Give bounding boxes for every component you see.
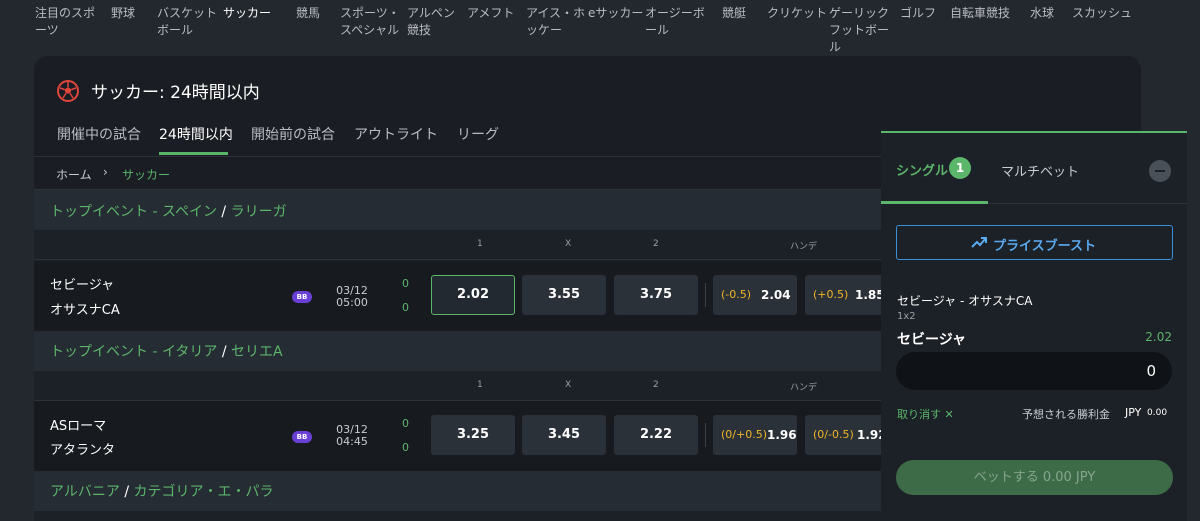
- handicap-line: (0/+0.5): [721, 428, 767, 441]
- breadcrumb-home[interactable]: ホーム: [56, 166, 92, 183]
- nav-item-ice-hockey[interactable]: アイス・ホ ッケー: [526, 5, 585, 39]
- divider: [705, 283, 706, 307]
- close-icon: ✕: [944, 408, 954, 421]
- tab-multi[interactable]: マルチベット: [1001, 161, 1079, 180]
- col-header-handicap: ハンデ: [790, 242, 818, 252]
- tab-upcoming[interactable]: 開始前の試合: [251, 124, 335, 144]
- league-title[interactable]: トップイベント - イタリア / セリエA: [50, 341, 283, 361]
- handicap-home-button[interactable]: (-0.5) 2.04: [713, 275, 797, 315]
- nav-item-boat-racing[interactable]: 競艇: [722, 5, 746, 22]
- price-boost-label: プライスブースト: [993, 239, 1096, 254]
- bet-builder-badge: BB: [292, 431, 312, 443]
- tab-live[interactable]: 開催中の試合: [57, 124, 141, 144]
- bet-slip-tabs: シングル 1 マルチベット: [881, 133, 1187, 204]
- home-score: 0: [402, 417, 409, 430]
- col-header-1: 1: [477, 380, 483, 390]
- nav-item-squash[interactable]: スカッシュ: [1072, 5, 1132, 22]
- handicap-line: (-0.5): [721, 288, 752, 301]
- col-header-1: 1: [477, 239, 483, 249]
- remove-selection-button[interactable]: 取り消す ✕: [897, 406, 954, 422]
- handicap-away-button[interactable]: (0/-0.5) 1.92: [805, 415, 889, 455]
- nav-item-cycling[interactable]: 自転車競技: [950, 5, 1010, 22]
- bet-builder-badge: BB: [292, 291, 312, 303]
- bet-slip: シングル 1 マルチベット プライスブースト セビージャ - オサスナCA 1x…: [881, 131, 1187, 521]
- selection-odds: 2.02: [1145, 330, 1172, 344]
- nav-item-esoccer[interactable]: eサッカー: [588, 5, 643, 22]
- handicap-odds: 2.04: [761, 288, 791, 302]
- home-team: セビージャ: [50, 278, 115, 293]
- handicap-line: (+0.5): [813, 288, 849, 301]
- nav-item-water-polo[interactable]: 水球: [1030, 5, 1054, 22]
- odds-button-2[interactable]: 3.75: [614, 275, 698, 315]
- nav-item-cricket[interactable]: クリケット: [767, 5, 827, 22]
- col-header-x: X: [565, 380, 572, 390]
- nav-item-alpine[interactable]: アルペン 競技: [407, 5, 455, 39]
- stake-input[interactable]: [896, 352, 1172, 390]
- nav-item-featured[interactable]: 注目のスポ ーツ: [35, 5, 95, 39]
- col-header-2: 2: [653, 380, 659, 390]
- tab-outrights[interactable]: アウトライト: [354, 124, 438, 144]
- match-time: 04:45: [336, 435, 368, 448]
- price-boost-button[interactable]: プライスブースト: [896, 225, 1173, 260]
- home-score: 0: [402, 277, 409, 290]
- col-header-x: X: [565, 239, 572, 249]
- collapse-icon[interactable]: [1149, 160, 1171, 182]
- league-title[interactable]: トップイベント - スペイン / ラリーガ: [50, 201, 287, 221]
- sports-nav: 注目のスポ ーツ 野球 バスケット ボール サッカー 競馬 スポーツ・ スペシャ…: [0, 0, 1200, 56]
- nav-item-aussie-rules[interactable]: オージーボ ール: [645, 5, 705, 39]
- estimated-winnings-currency: JPY: [1125, 406, 1142, 419]
- nav-item-american-football[interactable]: アメフト: [467, 5, 514, 22]
- col-header-handicap: ハンデ: [790, 383, 818, 393]
- page-title: サッカー: 24時間以内: [91, 83, 260, 103]
- nav-item-baseball[interactable]: 野球: [111, 5, 135, 22]
- home-team: ASローマ: [50, 419, 107, 434]
- col-header-2: 2: [653, 239, 659, 249]
- breadcrumb-current[interactable]: サッカー: [122, 166, 170, 183]
- league-title[interactable]: アルバニア / カテゴリア・エ・パラ: [50, 481, 274, 501]
- active-tab-indicator: [159, 152, 228, 155]
- estimated-winnings-label: 予想される勝利金: [1022, 408, 1110, 421]
- tab-24h[interactable]: 24時間以内: [159, 124, 233, 144]
- nav-item-specials[interactable]: スポーツ・ スペシャル: [340, 5, 400, 39]
- tab-single[interactable]: シングル: [896, 160, 948, 179]
- nav-item-horse-racing[interactable]: 競馬: [296, 5, 320, 22]
- place-bet-button[interactable]: ベットする 0.00 JPY: [896, 460, 1173, 495]
- selection-count-badge: 1: [949, 157, 971, 179]
- handicap-away-button[interactable]: (+0.5) 1.85: [805, 275, 889, 315]
- nav-item-basketball[interactable]: バスケット ボール: [157, 5, 217, 39]
- nav-item-soccer[interactable]: サッカー: [223, 5, 271, 22]
- active-tab-indicator: [881, 201, 988, 204]
- estimated-winnings-value: 0.00: [1147, 408, 1168, 418]
- odds-button-1[interactable]: 2.02: [431, 275, 515, 315]
- nav-item-golf[interactable]: ゴルフ: [900, 5, 936, 22]
- divider: [705, 423, 706, 447]
- odds-button-x[interactable]: 3.55: [522, 275, 606, 315]
- odds-button-2[interactable]: 2.22: [614, 415, 698, 455]
- trending-up-icon: [971, 237, 987, 248]
- tab-leagues[interactable]: リーグ: [457, 124, 499, 144]
- chevron-right-icon: ›: [103, 165, 108, 179]
- nav-item-gaelic-football[interactable]: ゲーリック フットボー ル: [829, 5, 889, 56]
- selection-pick: セビージャ: [897, 332, 967, 348]
- handicap-line: (0/-0.5): [813, 428, 854, 441]
- away-score: 0: [402, 301, 409, 314]
- handicap-odds: 1.96: [767, 428, 797, 442]
- away-team: アタランタ: [50, 443, 116, 458]
- away-score: 0: [402, 441, 409, 454]
- match-time: 05:00: [336, 296, 368, 309]
- selection-market: 1x2: [897, 311, 916, 322]
- handicap-home-button[interactable]: (0/+0.5) 1.96: [713, 415, 797, 455]
- selection-event: セビージャ - オサスナCA: [897, 294, 1033, 308]
- odds-button-1[interactable]: 3.25: [431, 415, 515, 455]
- soccer-ball-icon: [57, 80, 79, 102]
- away-team: オサスナCA: [50, 303, 120, 318]
- odds-button-x[interactable]: 3.45: [522, 415, 606, 455]
